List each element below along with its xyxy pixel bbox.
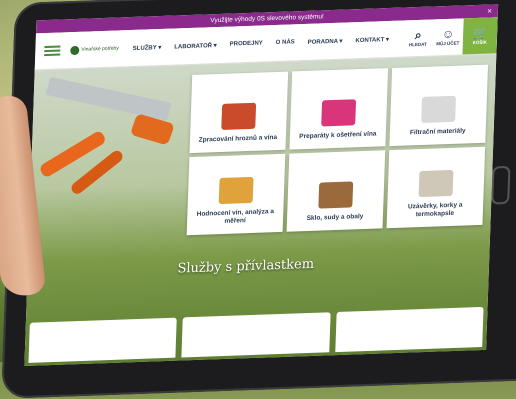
- promo-text: Využijte výhody 0S slevového systému!: [210, 13, 324, 25]
- tile-hodnoceni[interactable]: Hodnocení vín, analýza a měření: [186, 153, 286, 236]
- preparation-can-icon: [321, 99, 357, 127]
- logo-mark-icon: [70, 45, 80, 55]
- tile-filtracni[interactable]: Filtrační materiály: [389, 64, 489, 147]
- nav-item-sluzby[interactable]: SLUŽBY ▾: [133, 43, 162, 51]
- home-button[interactable]: [491, 165, 511, 205]
- search-label: HLEDAT: [408, 41, 427, 48]
- nav-item-o-nas[interactable]: O NÁS: [276, 39, 295, 46]
- hamburger-menu-icon[interactable]: [44, 43, 61, 58]
- nav-item-poradna[interactable]: PORADNA ▾: [308, 37, 343, 45]
- service-card[interactable]: [181, 312, 331, 358]
- user-icon: ☺: [441, 26, 455, 42]
- tile-label: Preparáty k ošetření vína: [299, 130, 377, 141]
- logo-text: Vinařské potřeby: [81, 45, 119, 53]
- tile-label: Uzávěrky, korky a termokapsle: [407, 201, 463, 219]
- corks-icon: [418, 169, 454, 198]
- search-icon: ⌕: [414, 27, 422, 43]
- service-card[interactable]: [334, 306, 484, 353]
- close-icon[interactable]: ×: [487, 4, 492, 17]
- cart-icon: 🛒: [472, 25, 488, 41]
- tablet-screen: Využijte výhody 0S slevového systému! × …: [24, 4, 499, 366]
- nav-item-laborator[interactable]: LABORATOŘ ▾: [174, 42, 217, 50]
- filter-sheets-icon: [421, 95, 457, 123]
- tablet-device: Využijte výhody 0S slevového systému! × …: [1, 0, 516, 399]
- nav-item-prodejny[interactable]: PRODEJNY: [230, 40, 263, 47]
- service-card[interactable]: [28, 317, 178, 363]
- tile-label: Zpracování hroznů a vína: [198, 133, 278, 144]
- tile-label: Filtrační materiály: [409, 127, 466, 137]
- tile-label: Hodnocení vín, analýza a měření: [196, 208, 275, 225]
- nav-item-kontakt[interactable]: KONTAKT ▾: [355, 36, 389, 44]
- garden-tools-image: [36, 76, 200, 209]
- tablet-photo: Využijte výhody 0S slevového systému! × …: [0, 0, 516, 399]
- site-logo[interactable]: Vinařské potřeby: [70, 44, 119, 55]
- section-heading: Služby s přívlastkem: [177, 256, 315, 277]
- tile-preparaty[interactable]: Preparáty k ošetření vína: [289, 68, 389, 150]
- nav-icons: ⌕ HLEDAT ☺ MŮJ ÚČET 🛒 KOŠÍK: [402, 17, 498, 56]
- cart-button[interactable]: 🛒 KOŠÍK: [462, 17, 498, 55]
- category-tiles: Zpracování hroznů a vína Preparáty k oše…: [186, 64, 492, 236]
- cart-label: KOŠÍK: [472, 39, 488, 46]
- account-label: MŮJ ÚČET: [436, 40, 460, 47]
- tile-zpracovani[interactable]: Zpracování hroznů a vína: [189, 71, 289, 154]
- tile-sklo[interactable]: Sklo, sudy a obaly: [286, 150, 386, 232]
- tile-uzaverky[interactable]: Uzávěrky, korky a termokapsle: [386, 146, 486, 229]
- press-machine-icon: [221, 102, 257, 130]
- lab-bottles-icon: [218, 176, 254, 205]
- barrels-icon: [318, 181, 354, 209]
- tile-label: Sklo, sudy a obaly: [306, 213, 364, 223]
- account-button[interactable]: ☺ MŮJ ÚČET: [432, 18, 463, 55]
- service-cards: [24, 306, 487, 363]
- search-button[interactable]: ⌕ HLEDAT: [402, 19, 433, 56]
- hero-section: Zpracování hroznů a vína Preparáty k oše…: [24, 54, 497, 366]
